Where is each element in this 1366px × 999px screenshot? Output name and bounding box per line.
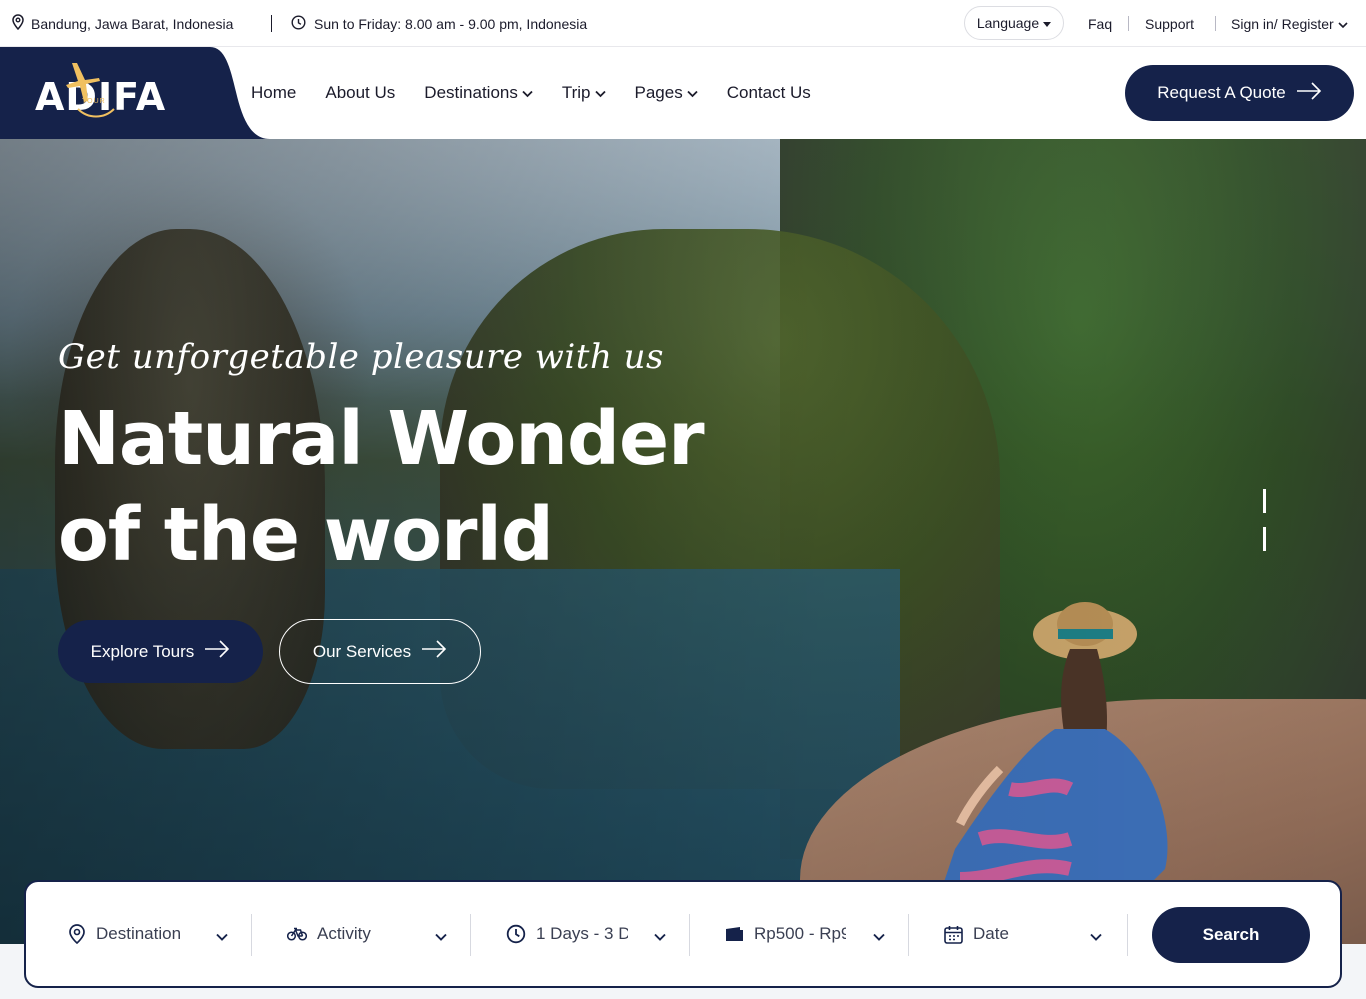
hero-subtitle: Get unforgetable pleasure with us [58, 337, 664, 377]
location-info: Bandung, Jawa Barat, Indonesia [11, 0, 233, 47]
destination-value: Destination [96, 924, 182, 943]
arrow-right-icon [1296, 81, 1322, 105]
tour-search-panel: Destination Activity 1 Days - 3 D Rp500 … [24, 880, 1342, 988]
nav-pages-label: Pages [634, 83, 683, 102]
field-divider [689, 914, 690, 956]
nav-destinations-label: Destinations [424, 83, 518, 102]
request-quote-label: Request A Quote [1157, 83, 1286, 102]
chevron-down-icon [216, 928, 228, 946]
chevron-down-icon [687, 83, 698, 103]
nav-trip[interactable]: Trip [562, 83, 606, 103]
date-picker[interactable]: Date [944, 882, 1119, 986]
hero-headline: Natural Wonder of the world [58, 391, 778, 583]
airplane-icon [60, 59, 120, 134]
nav-pages[interactable]: Pages [635, 83, 698, 103]
request-quote-button[interactable]: Request A Quote [1125, 65, 1354, 121]
price-range-select[interactable]: Rp500 - Rp9 [725, 882, 900, 986]
price-range-value: Rp500 - Rp9 [754, 924, 846, 943]
hero-headline-line-2: of the world [58, 492, 554, 578]
main-navigation: Home About Us Destinations Trip Pages Co… [251, 47, 840, 139]
nav-about-us[interactable]: About Us [325, 83, 395, 103]
field-divider [1127, 914, 1128, 956]
field-divider [470, 914, 471, 956]
topbar-divider [271, 15, 272, 32]
arrow-right-icon [421, 640, 447, 663]
explore-tours-button[interactable]: Explore Tours [58, 620, 263, 683]
hero-headline-line-1: Natural Wonder [58, 396, 705, 482]
chevron-down-icon [1338, 16, 1348, 32]
hours-info: Sun to Friday: 8.00 am - 9.00 pm, Indone… [291, 0, 587, 47]
signin-label: Sign in/ Register [1231, 15, 1334, 32]
slider-dot[interactable] [1263, 489, 1266, 513]
chevron-down-icon [594, 83, 606, 103]
chevron-down-icon [873, 928, 885, 946]
nav-home[interactable]: Home [251, 83, 296, 103]
clock-icon [291, 14, 306, 33]
chevron-down-icon [654, 928, 666, 946]
caret-down-icon [1043, 15, 1052, 31]
hero-banner: Get unforgetable pleasure with us Natura… [0, 139, 1366, 944]
bicycle-icon [287, 927, 307, 941]
topbar-divider [1215, 16, 1216, 31]
hero-slider-pagination[interactable] [1263, 489, 1266, 553]
main-header: ADIFA TOUR Home About Us Destinations Tr… [0, 47, 1366, 139]
slider-dot[interactable] [1263, 527, 1266, 551]
logo-panel[interactable]: ADIFA TOUR [0, 47, 270, 139]
arrow-right-icon [204, 640, 230, 663]
destination-select[interactable]: Destination [68, 882, 243, 986]
nav-contact-us[interactable]: Contact Us [727, 83, 811, 103]
location-text: Bandung, Jawa Barat, Indonesia [31, 15, 234, 32]
chevron-down-icon [435, 928, 447, 946]
faq-link[interactable]: Faq [1088, 0, 1112, 47]
nav-trip-label: Trip [561, 83, 591, 102]
field-divider [251, 914, 252, 956]
support-link[interactable]: Support [1145, 0, 1194, 47]
map-pin-icon [11, 14, 25, 33]
topbar-divider [1128, 16, 1129, 31]
activity-select[interactable]: Activity [287, 882, 462, 986]
chevron-down-icon [1090, 928, 1102, 946]
hours-text: Sun to Friday: 8.00 am - 9.00 pm, Indone… [314, 15, 588, 32]
explore-tours-label: Explore Tours [90, 641, 195, 661]
field-divider [908, 914, 909, 956]
signin-register-link[interactable]: Sign in/ Register [1231, 0, 1348, 47]
calendar-icon [944, 925, 963, 944]
top-info-bar: Bandung, Jawa Barat, Indonesia Sun to Fr… [0, 0, 1366, 47]
date-value: Date [973, 924, 1009, 943]
map-pin-icon [68, 924, 86, 944]
language-label: Language [976, 15, 1040, 31]
search-button[interactable]: Search [1152, 907, 1310, 963]
language-dropdown[interactable]: Language [964, 6, 1064, 40]
duration-select[interactable]: 1 Days - 3 D [506, 882, 681, 986]
activity-value: Activity [317, 924, 371, 943]
our-services-label: Our Services [312, 641, 412, 661]
nav-destinations[interactable]: Destinations [424, 83, 533, 103]
our-services-button[interactable]: Our Services [279, 619, 481, 684]
duration-value: 1 Days - 3 D [536, 924, 628, 943]
logo-tagline: TOUR [82, 98, 106, 105]
wallet-icon [725, 926, 744, 942]
clock-icon [506, 924, 526, 944]
chevron-down-icon [522, 83, 533, 103]
